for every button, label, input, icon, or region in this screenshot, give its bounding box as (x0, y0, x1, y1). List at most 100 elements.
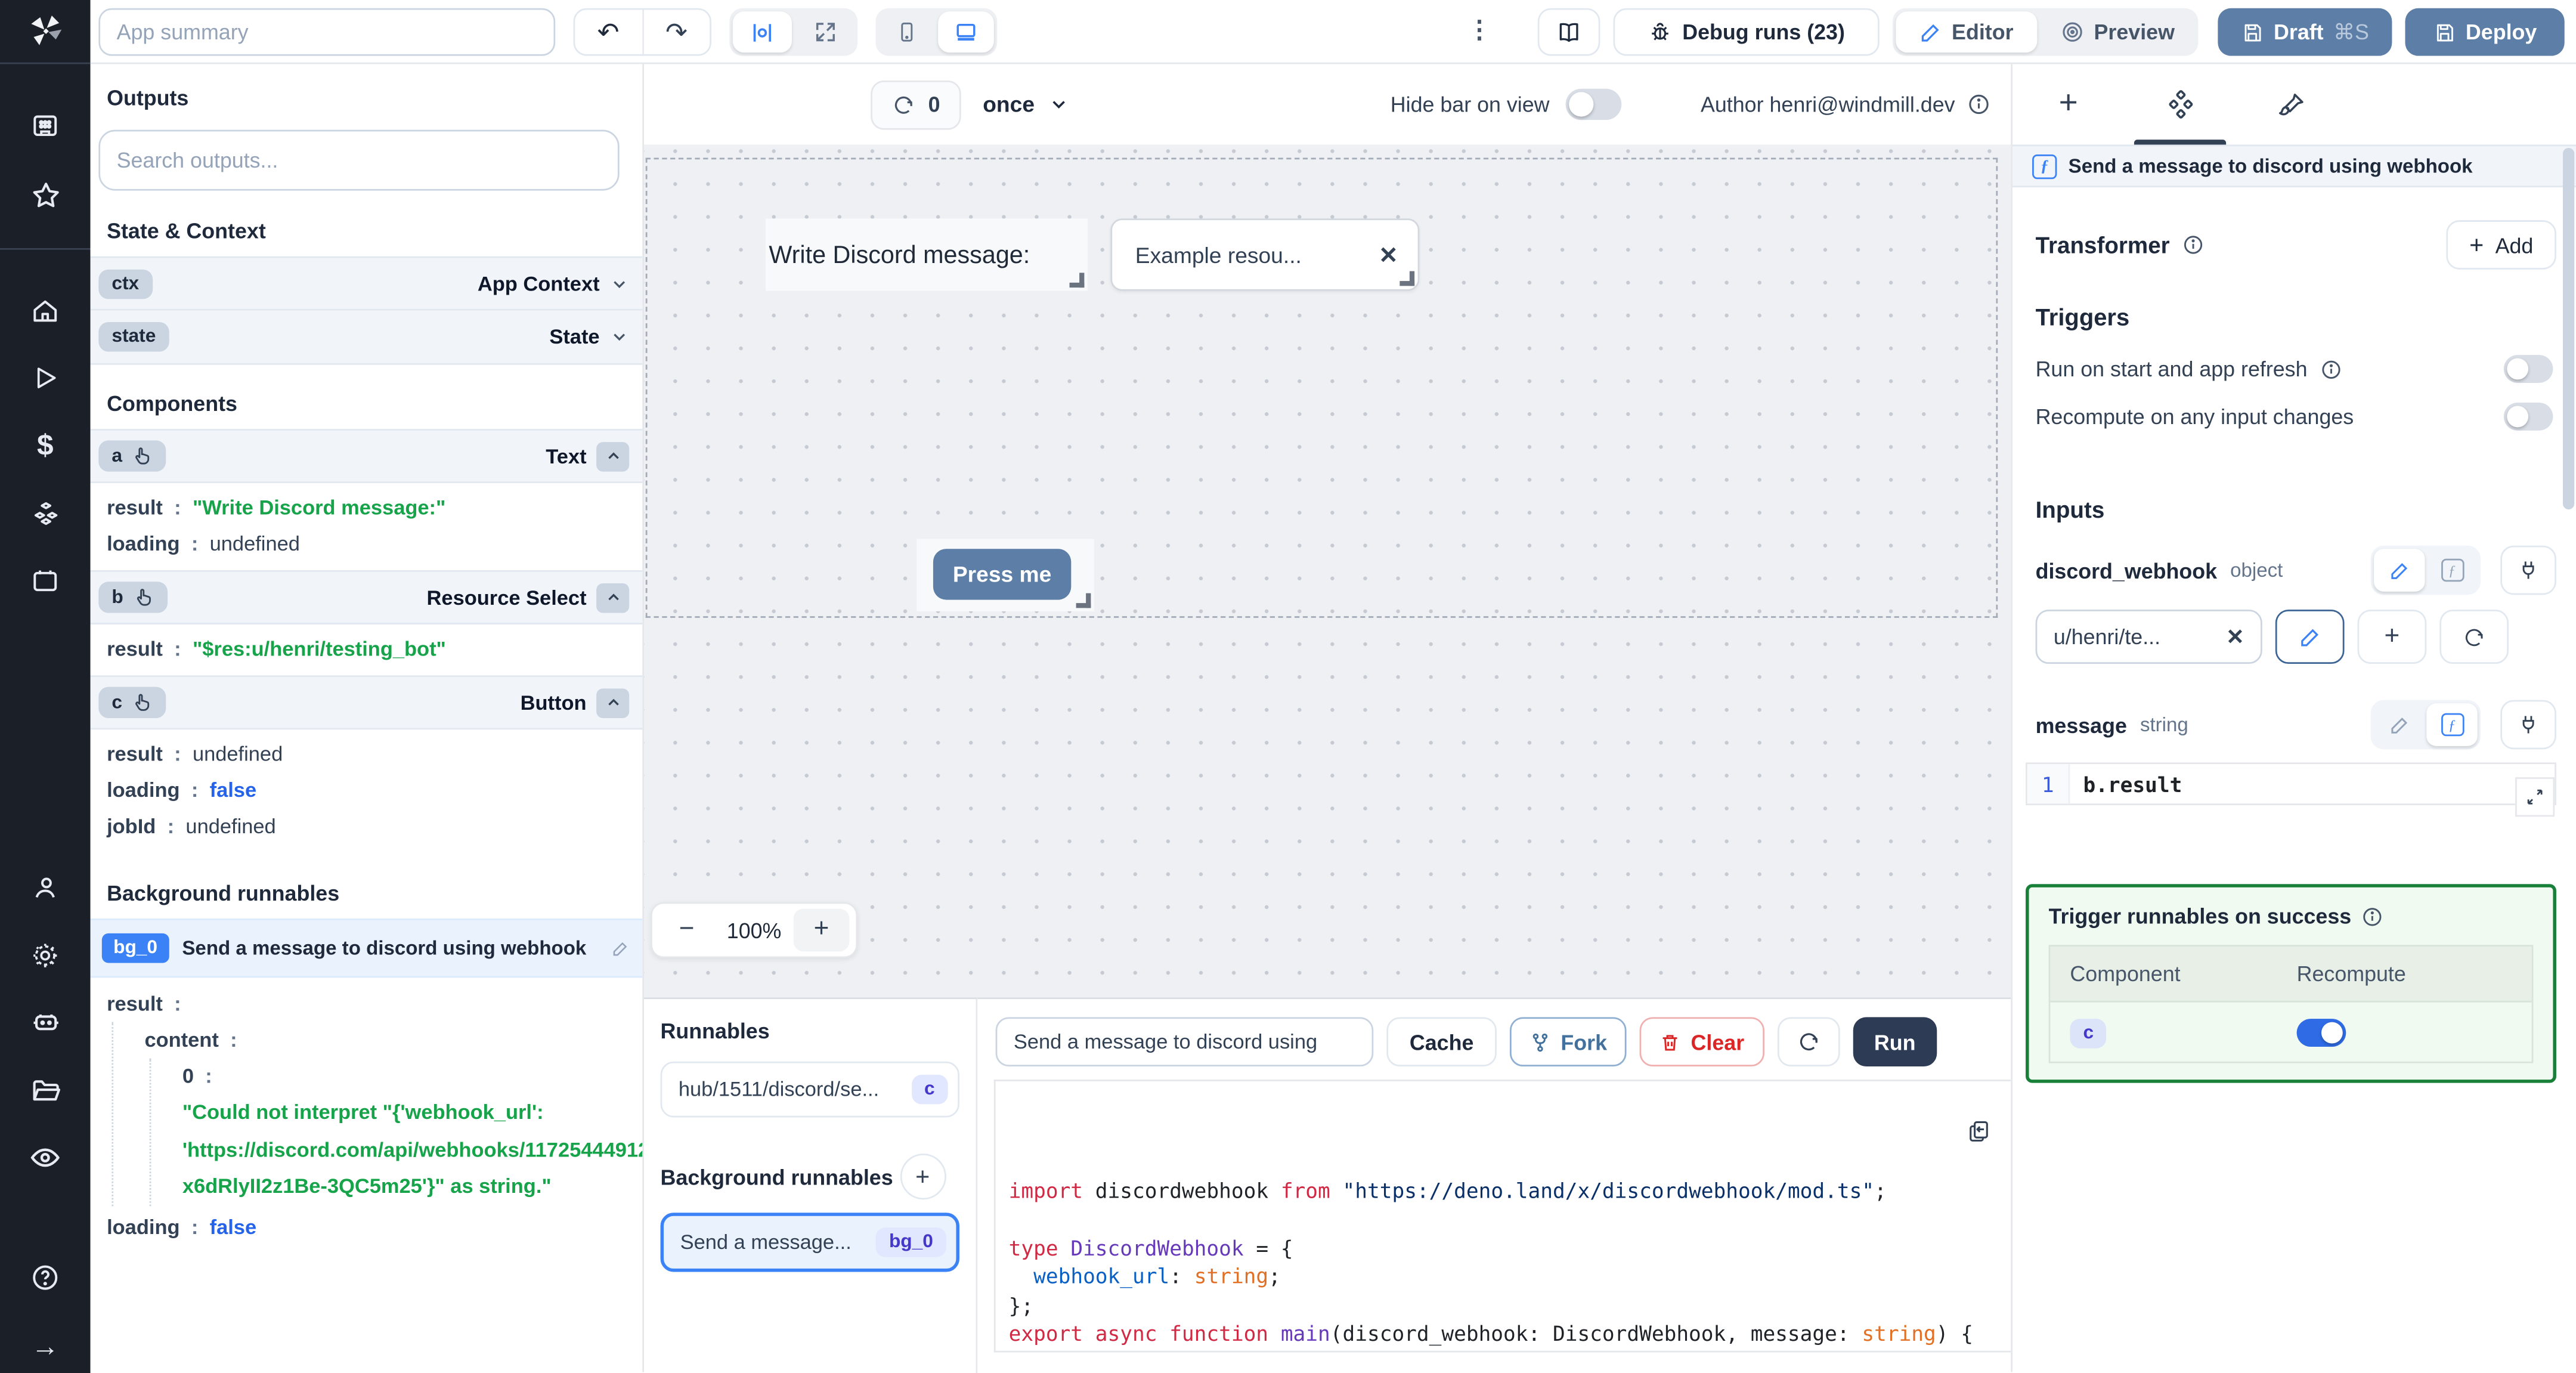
press-me-button[interactable]: Press me (933, 549, 1072, 600)
mobile-view-icon[interactable] (879, 11, 935, 52)
tab-component-settings[interactable] (2124, 64, 2236, 145)
search-outputs-input[interactable] (98, 129, 620, 191)
clear-button[interactable]: Clear (1640, 1017, 1764, 1067)
collapse-icon[interactable] (596, 441, 630, 471)
cache-button[interactable]: Cache (1386, 1017, 1497, 1067)
undo-icon[interactable]: ↶ (575, 10, 643, 54)
key-label: result (107, 743, 163, 766)
fullscreen-icon[interactable] (795, 11, 854, 52)
press-me-label: Press me (952, 562, 1052, 587)
debug-runs-button[interactable]: Debug runs (23) (1613, 8, 1880, 56)
refresh-resource-button[interactable] (2439, 610, 2509, 664)
edit-pencil-icon[interactable] (611, 939, 629, 957)
message-expression-editor[interactable]: 1 b.result (2026, 762, 2556, 817)
draft-button[interactable]: Draft ⌘S (2218, 8, 2392, 56)
resize-handle[interactable] (1069, 273, 1085, 288)
sidebar-item-runs[interactable] (0, 351, 91, 405)
left-sidebar: $ → (0, 0, 91, 1373)
sidebar-item-workers[interactable] (0, 996, 91, 1050)
tab-editor[interactable]: Editor (1896, 11, 2037, 53)
sidebar-item-resources[interactable] (0, 487, 91, 541)
app-summary-input[interactable] (98, 8, 556, 56)
component-c-row[interactable]: c Button (90, 675, 643, 730)
app-canvas[interactable]: Write Discord message: Example resou... … (643, 144, 2011, 998)
sidebar-item-audit-logs[interactable] (0, 1131, 91, 1185)
add-background-runnable-button[interactable]: + (899, 1154, 946, 1200)
connect-plug-icon[interactable] (2500, 700, 2556, 750)
fork-button[interactable]: Fork (1510, 1017, 1627, 1067)
chevron-down-icon[interactable] (609, 327, 629, 347)
resource-select-component[interactable]: Example resou... ✕ (1110, 218, 1420, 291)
info-icon[interactable] (2319, 357, 2342, 381)
docs-button[interactable] (1537, 8, 1600, 56)
sidebar-item-users[interactable] (0, 861, 91, 914)
component-a-id: a (112, 446, 122, 466)
tab-insert-component[interactable]: + (2012, 64, 2124, 144)
copy-code-icon[interactable] (1967, 1119, 1991, 1143)
preview-label: Preview (2094, 20, 2175, 45)
help-icon[interactable] (0, 1251, 91, 1305)
collapse-sidebar-icon[interactable]: → (0, 1319, 91, 1373)
deploy-button[interactable]: Deploy (2405, 8, 2565, 56)
runnable-name-input[interactable] (995, 1017, 1374, 1067)
info-icon[interactable] (1967, 92, 1991, 116)
state-row[interactable]: state State (90, 310, 643, 365)
collapse-icon[interactable] (596, 582, 630, 613)
tab-preview[interactable]: Preview (2040, 11, 2194, 52)
sidebar-item-apps[interactable] (0, 100, 91, 153)
text-component[interactable]: Write Discord message: (765, 218, 1088, 291)
refresh-count-box[interactable]: 0 (871, 79, 962, 129)
hide-bar-label: Hide bar on view (1390, 92, 1550, 117)
tab-theme[interactable] (2236, 64, 2348, 144)
static-mode-pencil-icon[interactable] (2374, 549, 2425, 592)
eval-mode-function-icon[interactable]: ƒ (2426, 549, 2477, 592)
kebab-menu-icon[interactable]: ⋮ (1467, 15, 1491, 45)
resize-handle[interactable] (1400, 271, 1415, 286)
component-b-row[interactable]: b Resource Select (90, 570, 643, 624)
bg0-row[interactable]: bg_0 Send a message to discord using web… (90, 919, 643, 978)
static-mode-pencil-icon[interactable] (2374, 703, 2425, 746)
ctx-row[interactable]: ctx App Context (90, 256, 643, 311)
info-icon[interactable] (2181, 233, 2205, 256)
eval-mode-function-icon[interactable]: ƒ (2426, 703, 2478, 746)
add-transformer-button[interactable]: + Add (2446, 220, 2556, 270)
edit-resource-button[interactable] (2275, 610, 2345, 664)
add-resource-button[interactable]: + (2357, 610, 2427, 664)
info-icon[interactable] (2361, 905, 2385, 928)
sidebar-item-variables[interactable]: $ (0, 419, 91, 473)
redo-icon[interactable]: ↷ (643, 10, 710, 54)
runnable-item[interactable]: hub/1511/discord/se... c (660, 1061, 959, 1118)
bg-runnable-item-selected[interactable]: Send a message... bg_0 (660, 1213, 959, 1272)
sidebar-item-settings[interactable] (0, 929, 91, 982)
refresh-mode-dropdown[interactable]: once (983, 92, 1069, 117)
component-a-row[interactable]: a Text (90, 429, 643, 483)
component-c-badge: c (2070, 1019, 2107, 1049)
clear-selection-icon[interactable]: ✕ (1379, 241, 1398, 269)
resize-handle[interactable] (1076, 593, 1091, 608)
sidebar-item-favorites[interactable] (0, 169, 91, 222)
hide-bar-toggle[interactable] (1566, 88, 1622, 120)
button-component[interactable]: Press me (917, 539, 1094, 611)
code-editor[interactable]: import discordwebhook from "https://deno… (993, 1080, 2011, 1353)
desktop-view-icon[interactable] (938, 11, 994, 53)
run-on-start-toggle[interactable] (2503, 355, 2553, 383)
panel-scrollbar[interactable] (2562, 147, 2575, 510)
connect-plug-icon[interactable] (2500, 545, 2556, 595)
run-button[interactable]: Run (1853, 1017, 1937, 1067)
collapse-icon[interactable] (596, 688, 630, 718)
zoom-in-icon[interactable]: + (793, 908, 850, 952)
clear-resource-icon[interactable]: ✕ (2226, 624, 2244, 650)
sidebar-item-folders[interactable] (0, 1064, 91, 1118)
recompute-c-toggle[interactable] (2296, 1018, 2346, 1046)
restart-icon-button[interactable] (1777, 1017, 1840, 1067)
resource-picker[interactable]: u/henri/te... ✕ (2035, 610, 2262, 664)
justify-layout-icon[interactable] (732, 11, 792, 53)
field-discord-webhook-name: discord_webhook (2035, 558, 2218, 583)
zoom-out-icon[interactable]: − (659, 909, 715, 952)
windmill-logo-icon[interactable] (0, 0, 91, 63)
chevron-down-icon[interactable] (609, 274, 629, 293)
expand-editor-icon[interactable] (2515, 777, 2555, 817)
sidebar-item-home[interactable] (0, 284, 91, 338)
recompute-any-toggle[interactable] (2503, 402, 2553, 431)
sidebar-item-schedules[interactable] (0, 555, 91, 608)
